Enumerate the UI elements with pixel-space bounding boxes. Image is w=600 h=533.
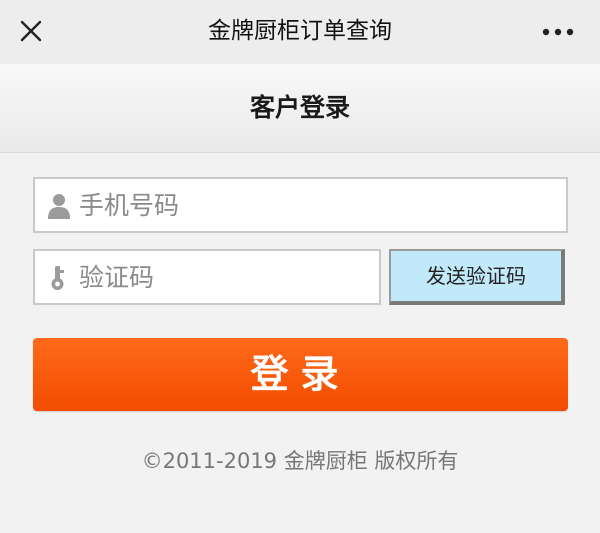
login-button[interactable]: 登录: [33, 338, 568, 411]
login-form: 发送验证码 登录 ©2011-2019 金牌厨柜 版权所有: [0, 153, 600, 533]
phone-field[interactable]: [33, 177, 568, 233]
user-icon: [47, 192, 71, 220]
verification-code-input[interactable]: [79, 251, 371, 303]
page-header: 客户登录: [0, 64, 600, 153]
phone-input[interactable]: [79, 179, 558, 231]
send-code-button[interactable]: 发送验证码: [389, 249, 565, 305]
app-title: 金牌厨柜订单查询: [208, 18, 392, 44]
more-icon[interactable]: [538, 18, 578, 46]
top-bar: 金牌厨柜订单查询: [0, 0, 600, 64]
verification-code-field[interactable]: [33, 249, 381, 305]
key-icon: [47, 264, 71, 292]
copyright-text: ©2011-2019 金牌厨柜 版权所有: [141, 449, 459, 473]
page-title: 客户登录: [249, 93, 350, 122]
